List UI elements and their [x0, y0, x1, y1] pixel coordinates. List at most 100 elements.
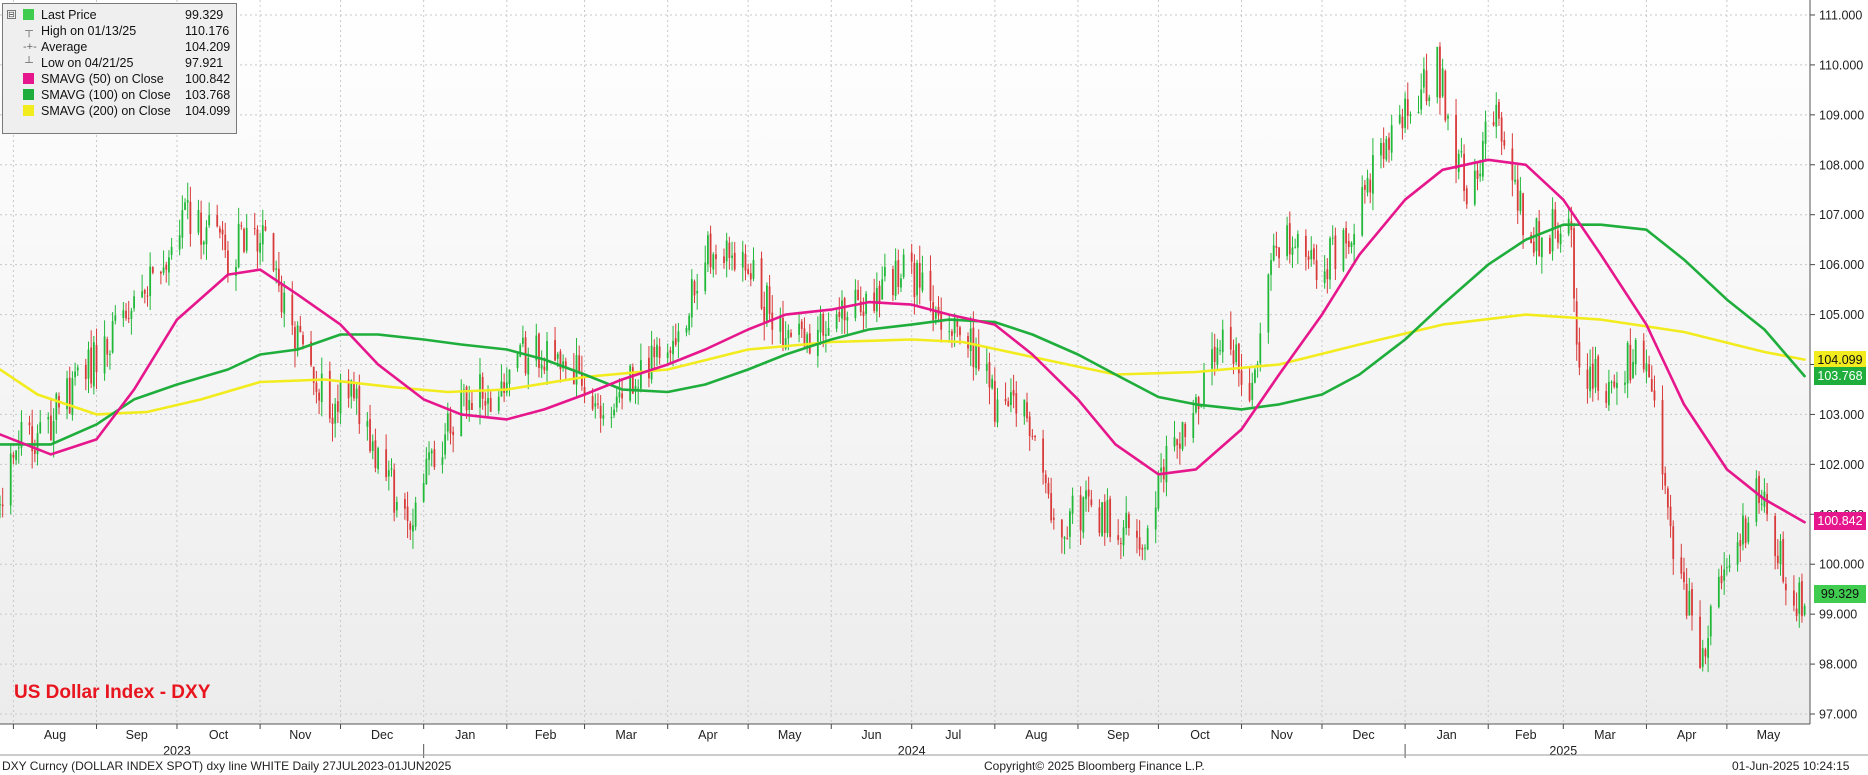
- y-tick-label: 105.000: [1819, 308, 1864, 322]
- candle-body: [929, 270, 932, 301]
- candle-body: [1125, 512, 1128, 528]
- candle-body: [1455, 115, 1457, 170]
- candle-body: [441, 457, 444, 465]
- x-month-label: Nov: [289, 728, 312, 742]
- y-tick-label: 108.000: [1819, 158, 1864, 172]
- candle-body: [1707, 638, 1710, 658]
- y-tick-label: 110.000: [1819, 58, 1863, 72]
- candle-body: [331, 417, 334, 425]
- y-tick-label: 97.000: [1819, 708, 1857, 722]
- candle-body: [1031, 435, 1034, 437]
- candle-body: [733, 252, 736, 270]
- candle-body: [1103, 501, 1106, 533]
- candle-body: [991, 378, 994, 389]
- candle-body: [202, 241, 205, 245]
- candle-body: [578, 355, 581, 372]
- candle-body: [1736, 542, 1739, 565]
- candle-body: [224, 234, 227, 250]
- candle-body: [200, 212, 203, 245]
- candle-body: [1417, 111, 1420, 113]
- candle-body: [712, 254, 715, 270]
- candle-body: [800, 321, 803, 329]
- sma100-value-tag: 103.768: [1814, 367, 1866, 385]
- candle-body: [218, 228, 221, 233]
- candle-body: [1213, 346, 1216, 362]
- candle-body: [731, 255, 733, 258]
- candle-body: [1685, 583, 1688, 616]
- candle-body: [9, 453, 12, 506]
- legend-value: 97.921: [185, 56, 224, 70]
- candle-body: [897, 260, 900, 288]
- candle-body: [1688, 590, 1691, 616]
- legend-value: 104.099: [185, 104, 231, 118]
- candle-body: [55, 393, 58, 420]
- candle-body: [1626, 343, 1629, 384]
- candle-body: [1747, 522, 1750, 543]
- candle-body: [1254, 369, 1256, 383]
- candle-body: [1744, 518, 1747, 544]
- magenta-square-icon: [23, 73, 34, 84]
- candle-body: [669, 350, 672, 353]
- legend-value: 104.209: [185, 40, 231, 54]
- candle-body: [857, 289, 859, 301]
- candle-body: [1342, 229, 1345, 271]
- candle-body: [1178, 443, 1181, 449]
- legend-label: High on 01/13/25: [41, 24, 137, 38]
- x-month-label: Jan: [1437, 728, 1457, 742]
- candle-body: [253, 228, 256, 230]
- candle-body: [1385, 139, 1388, 160]
- candle-body: [1232, 350, 1235, 364]
- candle-body: [449, 412, 452, 434]
- candle-body: [1444, 70, 1447, 121]
- candle-body: [505, 382, 508, 393]
- low-marker-icon: ┴: [25, 57, 33, 69]
- candle-body: [1066, 538, 1069, 540]
- legend-value: 99.329: [185, 8, 224, 22]
- candle-body: [409, 523, 412, 530]
- candle-body: [259, 242, 262, 253]
- candle-body: [715, 254, 717, 260]
- candle-body: [747, 269, 750, 274]
- candle-body: [1782, 539, 1785, 582]
- candle-body: [1087, 489, 1090, 497]
- candle-body: [1090, 499, 1093, 506]
- candle-body: [1363, 184, 1366, 190]
- candle-body: [1642, 340, 1645, 370]
- footer-security-info: DXY Curncy (DOLLAR INDEX SPOT) dxy line …: [2, 759, 452, 773]
- candle-body: [1248, 382, 1251, 401]
- candle-body: [704, 262, 707, 291]
- legend-label: Average: [41, 40, 88, 54]
- candle-body: [1613, 381, 1616, 387]
- x-month-label: Oct: [1190, 728, 1210, 742]
- candle-body: [1326, 269, 1329, 280]
- candle-body: [883, 267, 886, 277]
- candle-body: [841, 300, 843, 319]
- candle-body: [245, 227, 248, 251]
- candle-body: [106, 339, 109, 355]
- legend-label: SMAVG (100) on Close: [41, 88, 171, 102]
- candle-body: [1597, 356, 1600, 391]
- candle-body: [546, 341, 548, 371]
- candle-body: [1503, 140, 1506, 146]
- candle-body: [328, 370, 331, 419]
- candle-body: [1779, 540, 1782, 565]
- candle-body: [1664, 472, 1667, 486]
- candle-body: [656, 344, 658, 357]
- yellow-square-icon: [23, 105, 34, 116]
- candle-body: [414, 502, 417, 527]
- candle-body: [516, 353, 519, 369]
- candle-body: [1331, 237, 1334, 239]
- candle-body: [1181, 422, 1184, 450]
- candle-body: [205, 227, 208, 245]
- candle-body: [1347, 240, 1350, 248]
- candle-body: [685, 328, 688, 333]
- candle-body: [1516, 179, 1519, 211]
- candle-body: [17, 447, 20, 449]
- collapse-toggle-icon[interactable]: ⊟: [7, 10, 16, 19]
- price-chart[interactable]: 97.00098.00099.000100.000101.000102.0001…: [0, 0, 1868, 775]
- candle-body: [143, 290, 146, 294]
- candle-body: [1793, 590, 1795, 606]
- candle-body: [1272, 245, 1275, 261]
- candle-body: [141, 291, 144, 298]
- candle-body: [291, 294, 294, 326]
